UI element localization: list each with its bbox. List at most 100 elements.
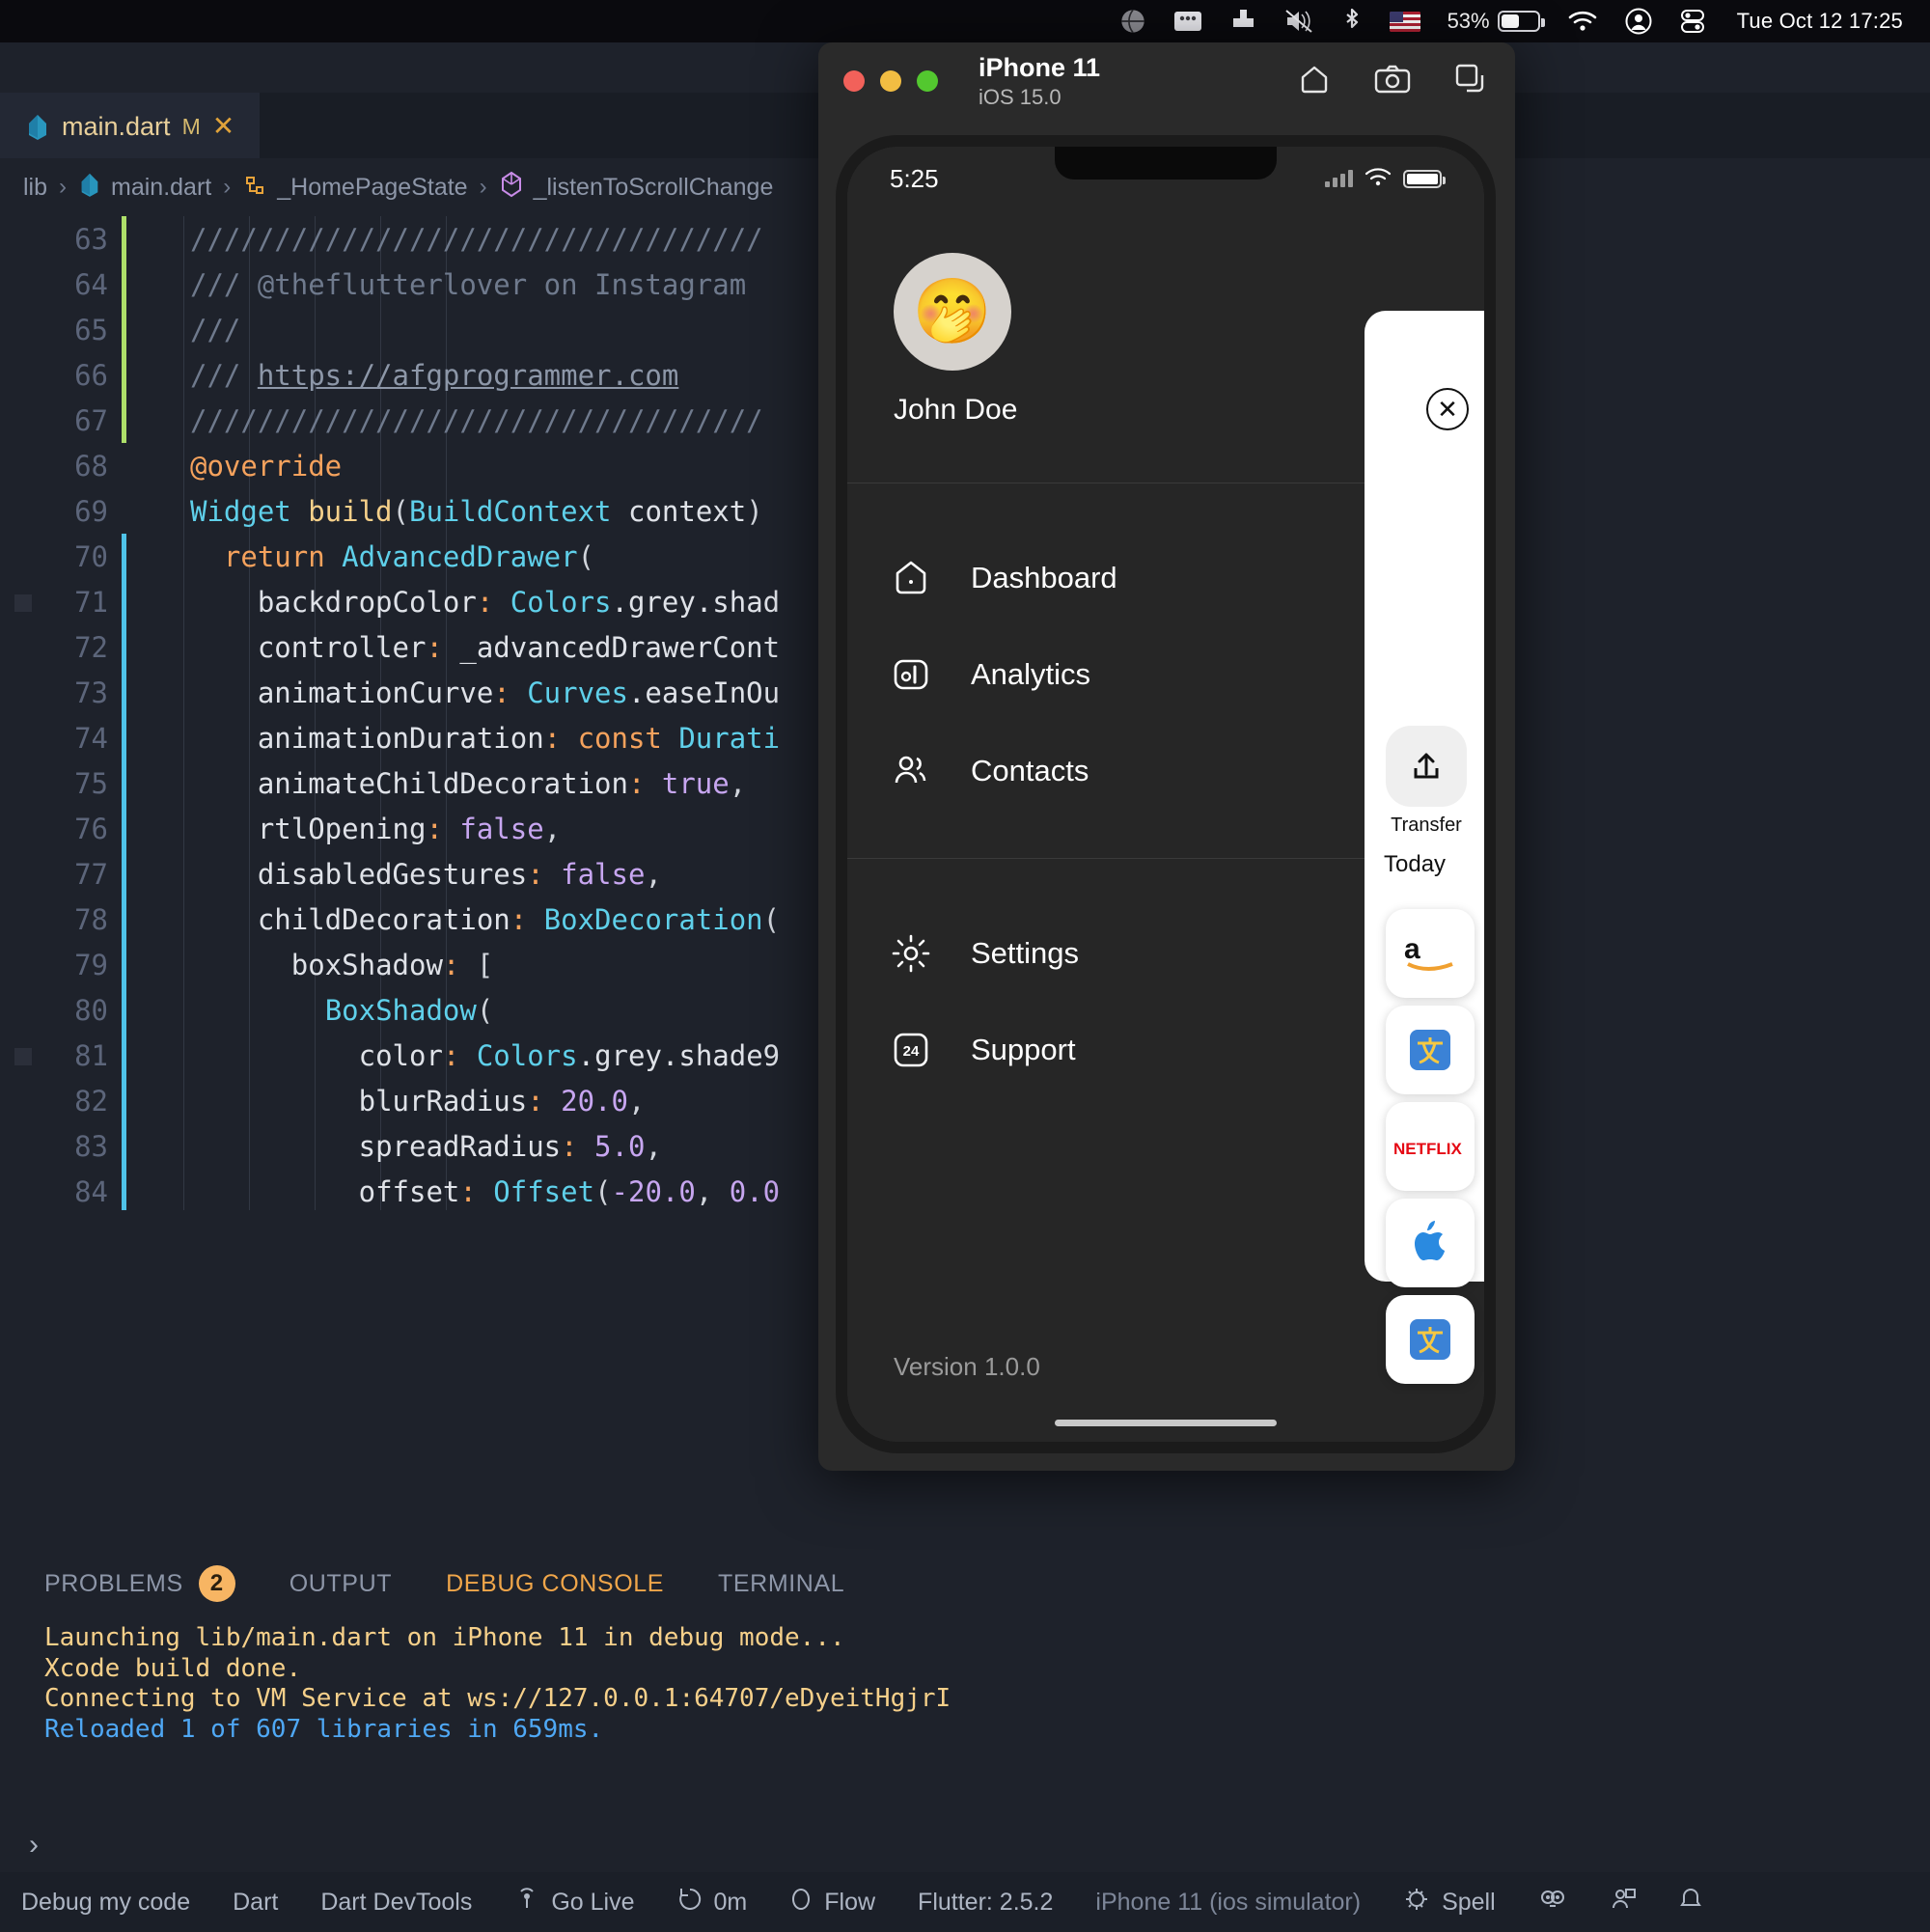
gear-icon (890, 932, 932, 975)
breadcrumb-item-homepagestate[interactable]: _HomePageState (242, 172, 467, 204)
status-bar-item-account-tag-icon[interactable] (1588, 1872, 1658, 1932)
code-token (190, 813, 258, 845)
dropbox-icon[interactable] (1216, 0, 1270, 42)
code-token: ) (746, 495, 762, 528)
screenshot-icon[interactable] (1372, 60, 1413, 103)
status-bar-item-debug-my-code[interactable]: Debug my code (0, 1872, 211, 1932)
battery-indicator[interactable]: 53% (1434, 0, 1554, 42)
window-controls[interactable] (843, 70, 938, 92)
panel-tab-output[interactable]: OUTPUT (290, 1570, 392, 1598)
code-token (190, 1085, 359, 1118)
line-number: 79 (46, 949, 122, 981)
breakpoint-icon[interactable] (14, 594, 32, 612)
rotate-icon[interactable] (1451, 60, 1490, 103)
code-token: , (730, 767, 746, 800)
class-icon (242, 172, 267, 204)
line-number: 80 (46, 994, 122, 1027)
maximize-button[interactable] (917, 70, 938, 92)
status-bar-item-bell-icon[interactable] (1658, 1872, 1723, 1932)
code-token: ( (393, 495, 409, 528)
status-bar-item-dart[interactable]: Dart (211, 1872, 299, 1932)
account-icon[interactable] (1612, 0, 1666, 42)
control-center-icon[interactable] (1666, 0, 1720, 42)
close-icon[interactable]: ✕ (212, 113, 234, 140)
breadcrumb-item-listentoscrollchange[interactable]: _listenToScrollChange (499, 171, 774, 205)
status-bar-item-iphone-11-ios-simulator[interactable]: iPhone 11 (ios simulator) (1074, 1872, 1382, 1932)
code-token: , (628, 1085, 645, 1118)
status-bar-item-label: 0m (714, 1889, 748, 1917)
status-bar-item-flow[interactable]: Flow (768, 1872, 896, 1932)
code-text: offset: Offset(-20.0, 0.0 (126, 1175, 780, 1208)
code-text: animationDuration: const Durati (126, 722, 780, 755)
panel-tab-problems[interactable]: PROBLEMS2 (44, 1565, 235, 1602)
code-token: .grey.shad (612, 586, 781, 619)
panel-tab-terminal[interactable]: TERMINAL (718, 1570, 844, 1598)
status-bar-item-go-live[interactable]: Go Live (493, 1872, 655, 1932)
status-bar-item-dart-devtools[interactable]: Dart DevTools (299, 1872, 493, 1932)
code-token: BoxDecoration (544, 903, 763, 936)
share-sheet: ✕ Transfer Today a NETF (1365, 311, 1484, 1282)
code-token: Widget (190, 495, 308, 528)
drawer-item-analytics[interactable]: Analytics (890, 626, 1388, 723)
breadcrumb-item-lib[interactable]: lib (23, 174, 47, 202)
problems-count-badge: 2 (199, 1565, 235, 1602)
amazon-icon[interactable]: a (1386, 909, 1475, 998)
minimize-button[interactable] (880, 70, 901, 92)
volume-mute-icon[interactable] (1270, 0, 1328, 42)
status-bar-item-spell[interactable]: Spell (1382, 1872, 1517, 1932)
translate-icon[interactable] (1386, 1006, 1475, 1094)
us-flag-icon[interactable] (1376, 0, 1434, 42)
globe-icon[interactable] (1106, 0, 1160, 42)
status-bar-item-0m[interactable]: 0m (656, 1872, 769, 1932)
panel-tab-label: DEBUG CONSOLE (446, 1570, 664, 1598)
code-token (190, 1175, 359, 1208)
drawer-item-support[interactable]: 24Support (890, 1002, 1388, 1098)
code-text: /// https://afgprogrammer.com (126, 359, 678, 392)
drawer-item-settings[interactable]: Settings (890, 905, 1388, 1002)
code-text: rtlOpening: false, (126, 813, 561, 845)
editor-tab-main-dart[interactable]: main.dart M ✕ (0, 93, 260, 158)
debug-console-output: Launching lib/main.dart on iPhone 11 in … (0, 1614, 965, 1746)
panel-tab-debug-console[interactable]: DEBUG CONSOLE (446, 1570, 664, 1598)
menu-bar-clock[interactable]: Tue Oct 12 17:25 (1720, 9, 1913, 34)
close-button[interactable] (843, 70, 865, 92)
apple-icon[interactable] (1386, 1199, 1475, 1287)
netflix-icon[interactable]: NETFLIX (1386, 1102, 1475, 1191)
chevron-right-icon[interactable]: › (29, 1829, 39, 1862)
home-icon[interactable] (1295, 60, 1334, 103)
code-token (190, 586, 258, 619)
tab-modified-indicator: M (182, 114, 201, 140)
status-bar-item-label: Dart (233, 1889, 278, 1917)
window-icon[interactable] (1160, 0, 1216, 42)
breakpoint-gutter[interactable] (0, 586, 46, 619)
code-text: boxShadow: [ (126, 949, 493, 981)
panel-tab-label: TERMINAL (718, 1570, 844, 1598)
code-token: false (459, 813, 543, 845)
avatar[interactable]: 🤭 (894, 253, 1011, 371)
wifi-icon[interactable] (1554, 0, 1612, 42)
code-token: boxShadow (291, 949, 443, 981)
transfer-action[interactable]: Transfer (1386, 726, 1467, 837)
code-token (190, 540, 224, 573)
drawer-item-contacts[interactable]: Contacts (890, 723, 1388, 819)
translate-icon[interactable] (1386, 1295, 1475, 1384)
code-token: animationDuration (258, 722, 544, 755)
status-bar: Debug my code Dart Dart DevToolsGo Live 0m F… (0, 1872, 1930, 1932)
status-bar-item-owl-icon[interactable] (1517, 1872, 1588, 1932)
breakpoint-icon[interactable] (14, 1048, 32, 1065)
status-bar-item-flutter-2-5-2[interactable]: Flutter: 2.5.2 (896, 1872, 1074, 1932)
owl-icon (1538, 1887, 1567, 1918)
code-token: ( (477, 994, 493, 1027)
bluetooth-icon[interactable] (1328, 0, 1376, 42)
breadcrumb-item-main-dart[interactable]: main.dart (78, 171, 211, 205)
close-icon[interactable]: ✕ (1426, 388, 1469, 430)
code-token (190, 1130, 359, 1163)
wifi-icon (1365, 164, 1392, 194)
panel-expand-row: › (0, 1818, 965, 1872)
dart-icon (25, 112, 50, 141)
code-token: : (493, 676, 527, 709)
broadcast-icon (514, 1887, 539, 1918)
drawer-item-dashboard[interactable]: Dashboard (890, 530, 1388, 626)
breakpoint-gutter[interactable] (0, 1039, 46, 1072)
line-number: 73 (46, 676, 122, 709)
